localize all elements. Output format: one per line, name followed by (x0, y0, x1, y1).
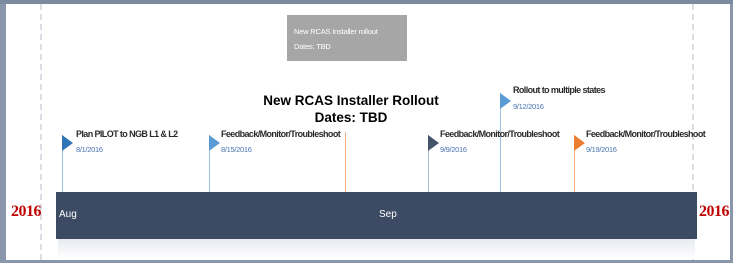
rollout-heading-line1: New RCAS Installer Rollout (263, 93, 439, 108)
milestone-3-title: Feedback/Monitor/Troubleshoot (440, 129, 560, 139)
rollout-heading-line2: Dates: TBD (314, 110, 388, 125)
milestone-4-title: Rollout to multiple states (513, 85, 606, 95)
year-label-right: 2016 (699, 203, 730, 220)
timeline-slide: New RCAS Installer rollout Dates: TBD Pl… (6, 4, 730, 260)
rollout-note-line1: New RCAS Installer rollout (294, 27, 378, 36)
milestone-5-title: Feedback/Monitor/Troubleshoot (586, 129, 706, 139)
month-label-sep: Sep (379, 209, 397, 220)
year-label-left: 2016 (11, 203, 42, 220)
milestone-2-flag-icon (209, 135, 220, 151)
timeline-band-shadow (58, 239, 695, 259)
guide-line-left (40, 4, 42, 260)
timeline-band (56, 192, 697, 239)
milestone-5-date: 9/19/2016 (586, 145, 617, 154)
milestone-4-date: 9/12/2016 (513, 102, 544, 111)
milestone-2-title: Feedback/Monitor/Troubleshoot (221, 129, 341, 139)
milestone-1-title: Plan PILOT to NGB L1 & L2 (76, 129, 178, 139)
rollout-note-box[interactable]: New RCAS Installer rollout Dates: TBD (287, 15, 407, 61)
milestone-3-date: 9/9/2016 (440, 145, 467, 154)
milestone-3-flag-icon (428, 135, 439, 151)
milestone-2-date: 8/15/2016 (221, 145, 252, 154)
milestone-4-flag-icon (500, 93, 511, 109)
milestone-1-date: 8/1/2016 (76, 145, 103, 154)
rollout-note-line2: Dates: TBD (294, 42, 331, 51)
milestone-5-flag-icon (574, 135, 585, 151)
month-label-aug: Aug (59, 209, 77, 220)
rollout-heading: New RCAS Installer Rollout Dates: TBD (206, 92, 496, 126)
milestone-stem-orange-a (345, 132, 346, 192)
milestone-1-flag-icon (62, 135, 73, 151)
